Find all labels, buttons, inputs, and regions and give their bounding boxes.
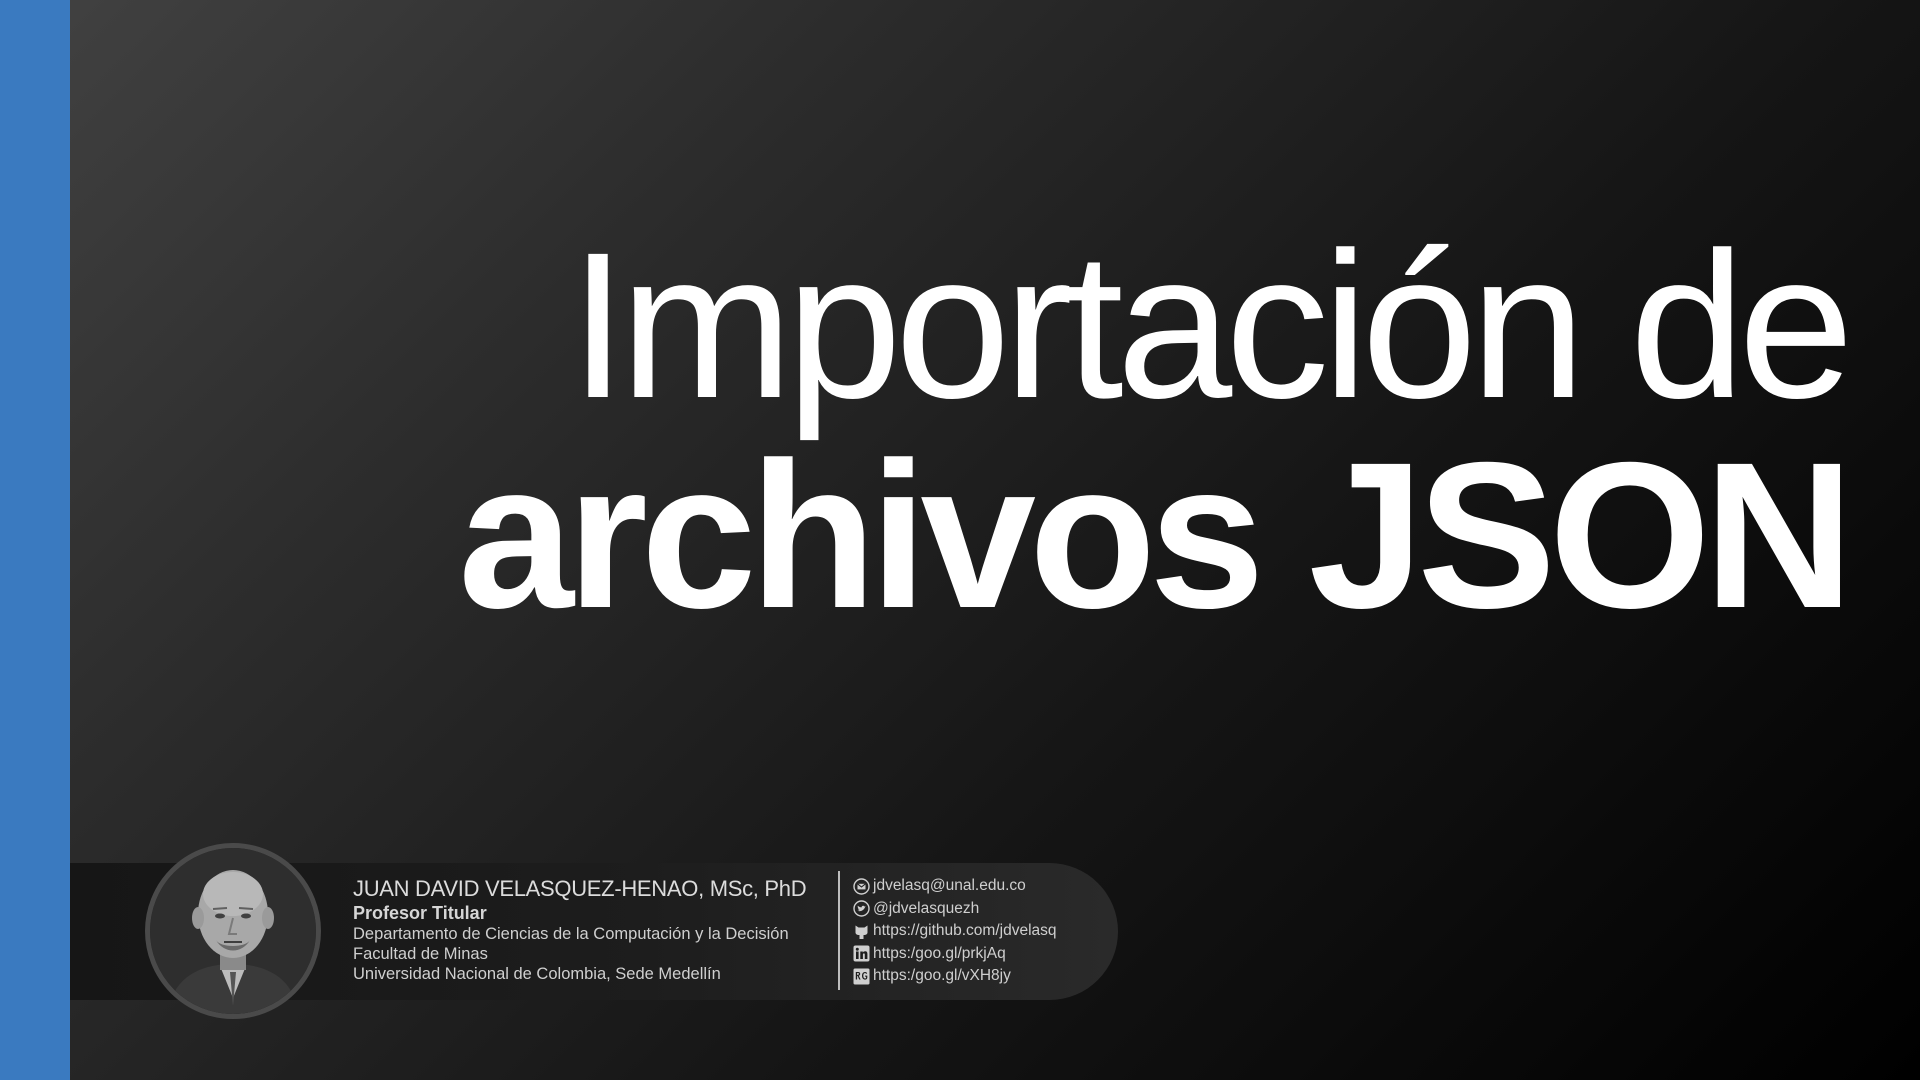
contact-linkedin[interactable]: https:/goo.gl/prkjAq [853,943,1057,966]
github-icon [853,923,870,940]
contact-researchgate[interactable]: https:/goo.gl/vXH8jy [853,965,1057,988]
author-info: JUAN DAVID VELASQUEZ-HENAO, MSc, PhD Pro… [353,876,807,984]
author-name: JUAN DAVID VELASQUEZ-HENAO, MSc, PhD [353,876,807,901]
slide-title: Importación de archivos JSON [458,210,1854,652]
contact-github[interactable]: https://github.com/jdvelasq [853,920,1057,943]
author-department: Departamento de Ciencias de la Computaci… [353,925,789,943]
author-faculty: Facultad de Minas [353,945,488,963]
twitter-icon [853,900,870,917]
accent-bar [0,0,70,1080]
contact-twitter[interactable]: @jdvelasquezh [853,898,1057,921]
contact-email-text: jdvelasq@unal.edu.co [873,877,1026,895]
title-line-2: archivos JSON [458,420,1854,652]
linkedin-icon [853,945,870,962]
title-line-1: Importación de [569,210,1854,442]
email-icon [853,878,870,895]
author-role: Profesor Titular [353,903,487,923]
contact-email[interactable]: jdvelasq@unal.edu.co [853,875,1057,898]
author-photo [150,848,316,1014]
avatar [145,843,321,1019]
contact-twitter-text: @jdvelasquezh [873,899,980,917]
contact-linkedin-text: https:/goo.gl/prkjAq [873,944,1006,962]
contact-github-text: https://github.com/jdvelasq [873,922,1057,940]
contact-list: jdvelasq@unal.edu.co @jdvelasquezh https… [853,875,1057,988]
banner-divider [838,871,840,990]
author-university: Universidad Nacional de Colombia, Sede M… [353,965,721,983]
researchgate-icon [853,968,870,985]
contact-researchgate-text: https:/goo.gl/vXH8jy [873,967,1011,985]
